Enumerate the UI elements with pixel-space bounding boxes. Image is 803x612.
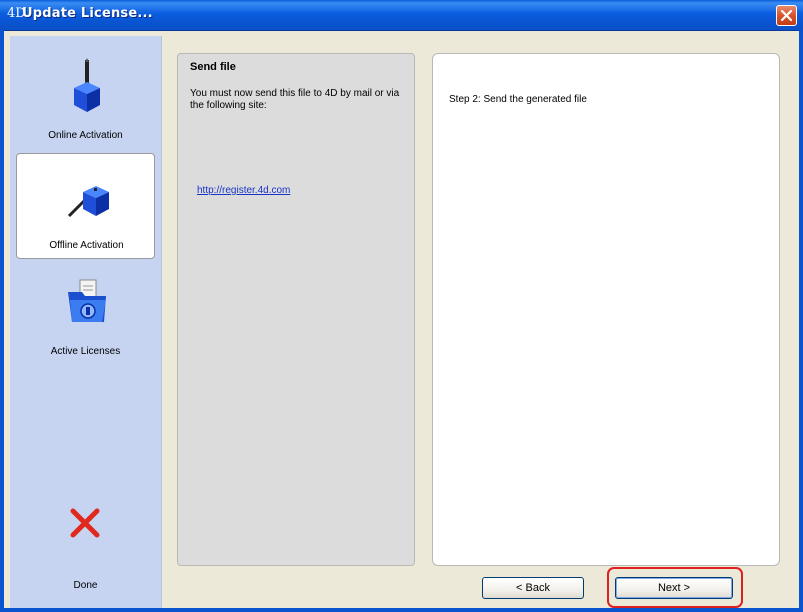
close-button[interactable] — [776, 5, 797, 26]
step-panel: Step 2: Send the generated file — [432, 53, 780, 566]
close-icon — [780, 9, 793, 22]
next-button[interactable]: Next > — [615, 577, 733, 599]
plunger-cube-icon — [74, 58, 100, 112]
window-frame-right — [799, 30, 803, 612]
sidebar-item-online-activation[interactable]: Online Activation — [16, 44, 155, 150]
step-text: Step 2: Send the generated file — [449, 94, 587, 105]
title-bar[interactable]: 4D Update License... — [0, 0, 803, 31]
instructions-panel: Send file You must now send this file to… — [177, 53, 415, 566]
window-frame-left — [0, 30, 4, 612]
back-button[interactable]: < Back — [482, 577, 584, 599]
red-x-icon — [70, 508, 100, 538]
sidebar-item-label: Active Licenses — [50, 346, 121, 357]
sidebar-item-label: Online Activation — [48, 130, 123, 141]
sidebar-item-label: Offline Activation — [49, 240, 124, 251]
tilted-plunger-cube-icon — [67, 186, 109, 218]
update-license-window: 4D Update License... Online Activation O… — [0, 0, 803, 612]
window-title: Update License... — [22, 6, 153, 21]
sidebar-item-label: Done — [73, 580, 98, 591]
license-folder-icon — [68, 279, 106, 322]
instructions-text: You must now send this file to 4D by mai… — [190, 88, 400, 111]
register-link[interactable]: http://register.4d.com — [197, 185, 290, 196]
sidebar-item-offline-activation[interactable]: Offline Activation — [16, 153, 155, 259]
sidebar-item-done[interactable]: Done — [16, 494, 155, 600]
sidebar: Online Activation Offline Activation Act… — [10, 36, 162, 608]
instructions-title: Send file — [190, 61, 236, 73]
window-frame-bottom — [0, 608, 803, 612]
sidebar-item-active-licenses[interactable]: Active Licenses — [16, 262, 155, 368]
